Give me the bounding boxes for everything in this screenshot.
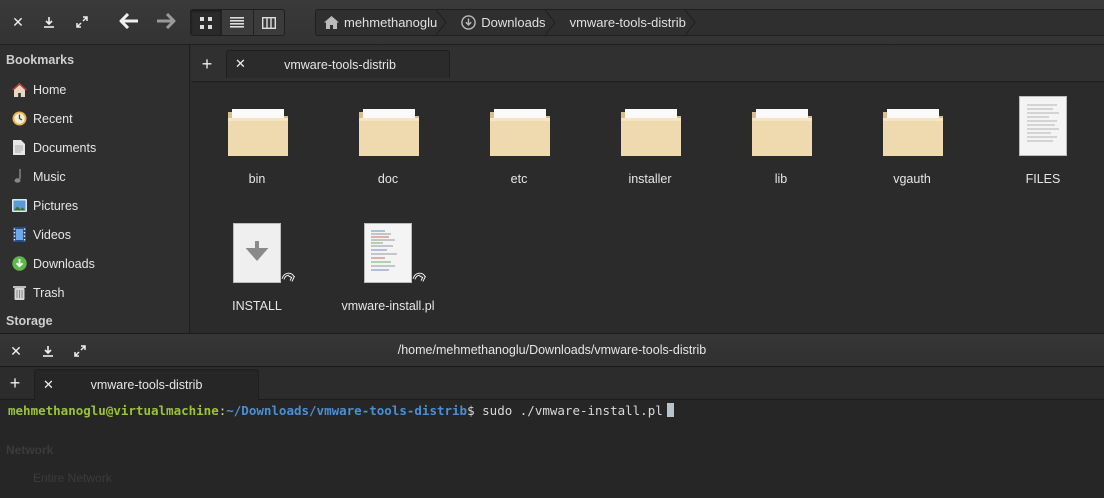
- terminal-tab[interactable]: ✕ vmware-tools-distrib: [34, 369, 259, 400]
- maximize-icon[interactable]: [71, 11, 93, 33]
- breadcrumb-home-label: mehmethanoglu: [344, 15, 438, 30]
- breadcrumb-downloads[interactable]: Downloads: [447, 10, 556, 35]
- entire-network-ghost: Entire Network: [33, 471, 112, 485]
- file-name: installer: [628, 172, 672, 186]
- sidebar-item-recent[interactable]: Recent: [0, 104, 189, 133]
- breadcrumb: mehmethanoglu Downloads vmware-tools-dis…: [315, 9, 1104, 36]
- recent-icon: [11, 111, 27, 127]
- prompt-path: ~/Downloads/vmware-tools-distrib: [226, 403, 468, 418]
- breadcrumb-current-label: vmware-tools-distrib: [569, 15, 686, 30]
- trash-icon: [11, 285, 27, 301]
- file-item-vmware-install-pl[interactable]: vmware-install.pl: [333, 210, 443, 330]
- folder-icon: [883, 109, 943, 156]
- file-name: etc: [510, 172, 528, 186]
- terminal-prompt-line: mehmethanoglu@virtualmachine:~/Downloads…: [8, 403, 674, 418]
- sidebar-item-label: Pictures: [33, 198, 79, 213]
- sidebar-item-downloads[interactable]: Downloads: [0, 249, 189, 278]
- sidebar-item-label: Music: [33, 169, 66, 184]
- file-name: vmware-install.pl: [341, 299, 435, 313]
- terminal-window: ✕ /home/mehmethanoglu/Downloads/vmware-t…: [0, 333, 1104, 498]
- file-name: vgauth: [893, 172, 931, 186]
- documents-icon: [11, 140, 27, 156]
- grid-view-icon[interactable]: [191, 10, 223, 35]
- home-icon: [324, 16, 339, 29]
- view-mode-switcher: [190, 9, 285, 36]
- file-item-etc[interactable]: etc: [464, 83, 574, 203]
- file-item-doc[interactable]: doc: [333, 83, 443, 203]
- minimize-icon[interactable]: [38, 11, 60, 33]
- close-icon[interactable]: ✕: [7, 11, 29, 33]
- new-tab-icon[interactable]: +: [196, 53, 218, 75]
- videos-icon: [11, 227, 27, 243]
- new-tab-icon[interactable]: +: [4, 372, 26, 394]
- terminal-tab-bar: + ✕ vmware-tools-distrib: [0, 367, 1104, 400]
- music-icon: [11, 169, 27, 185]
- column-view-icon[interactable]: [254, 10, 284, 35]
- folder-icon: [490, 109, 550, 156]
- file-item-vgauth[interactable]: vgauth: [857, 83, 967, 203]
- file-name: INSTALL: [232, 299, 282, 313]
- breadcrumb-downloads-label: Downloads: [481, 15, 546, 30]
- file-name: lib: [774, 172, 788, 186]
- sidebar: Bookmarks Home Recent Documents Music Pi…: [0, 45, 190, 333]
- bookmarks-heading: Bookmarks: [6, 53, 75, 67]
- file-item-files[interactable]: FILES: [988, 83, 1098, 203]
- file-manager-window: ✕ mehmethanoglu Downloads vmware-tools-d…: [0, 0, 1104, 333]
- tab-label: vmware-tools-distrib: [284, 58, 396, 72]
- terminal-header: ✕ /home/mehmethanoglu/Downloads/vmware-t…: [0, 333, 1104, 367]
- pictures-icon: [11, 198, 27, 214]
- terminal-command: sudo ./vmware-install.pl: [482, 403, 663, 418]
- folder-icon: [228, 109, 288, 156]
- sidebar-item-pictures[interactable]: Pictures: [0, 191, 189, 220]
- folder-icon: [621, 109, 681, 156]
- list-view-icon[interactable]: [222, 10, 254, 35]
- breadcrumb-current[interactable]: vmware-tools-distrib: [556, 10, 696, 35]
- network-heading-ghost: Network: [6, 443, 54, 457]
- terminal-tab-label: vmware-tools-distrib: [90, 378, 203, 392]
- file-name: doc: [377, 172, 399, 186]
- sidebar-item-trash[interactable]: Trash: [0, 278, 189, 307]
- sidebar-item-label: Recent: [33, 111, 73, 126]
- file-name: FILES: [1025, 172, 1061, 186]
- script-file-icon: [364, 223, 426, 283]
- sidebar-item-videos[interactable]: Videos: [0, 220, 189, 249]
- folder-icon: [359, 109, 419, 156]
- sidebar-item-label: Home: [33, 82, 67, 97]
- back-arrow-icon[interactable]: [117, 10, 141, 32]
- sidebar-item-documents[interactable]: Documents: [0, 133, 189, 162]
- home-icon: [11, 82, 27, 98]
- terminal-cursor: [666, 403, 674, 417]
- sidebar-item-music[interactable]: Music: [0, 162, 189, 191]
- sidebar-item-label: Documents: [33, 140, 97, 155]
- storage-heading: Storage: [6, 314, 53, 328]
- download-circle-icon: [461, 15, 477, 30]
- sidebar-item-label: Downloads: [33, 256, 95, 271]
- prompt-symbol: $: [467, 403, 475, 418]
- downloads-icon: [11, 256, 27, 272]
- folder-icon: [752, 109, 812, 156]
- prompt-user: mehmethanoglu@virtualmachine: [8, 403, 219, 418]
- terminal-body[interactable]: Network Entire Network mehmethanoglu@vir…: [0, 400, 1104, 498]
- sidebar-item-home[interactable]: Home: [0, 75, 189, 104]
- sidebar-item-label: Videos: [33, 227, 71, 242]
- file-item-installer[interactable]: installer: [595, 83, 705, 203]
- file-manager-tab-bar: + ✕ vmware-tools-distrib: [191, 45, 1104, 82]
- file-name: bin: [248, 172, 266, 186]
- install-file-icon: [233, 223, 295, 283]
- file-item-install[interactable]: INSTALL: [202, 210, 312, 330]
- text-file-icon: [1019, 96, 1067, 156]
- file-item-lib[interactable]: lib: [726, 83, 836, 203]
- file-grid: bin doc etc installer lib vgauth FILES I…: [191, 83, 1104, 333]
- terminal-title: /home/mehmethanoglu/Downloads/vmware-too…: [397, 343, 707, 357]
- file-item-bin[interactable]: bin: [202, 83, 312, 203]
- sidebar-item-label: Trash: [33, 285, 65, 300]
- breadcrumb-home[interactable]: mehmethanoglu: [316, 10, 447, 35]
- forward-arrow-icon[interactable]: [154, 10, 178, 32]
- file-manager-header: ✕ mehmethanoglu Downloads vmware-tools-d…: [0, 0, 1104, 45]
- tab-vmware-tools-distrib[interactable]: ✕ vmware-tools-distrib: [226, 50, 450, 78]
